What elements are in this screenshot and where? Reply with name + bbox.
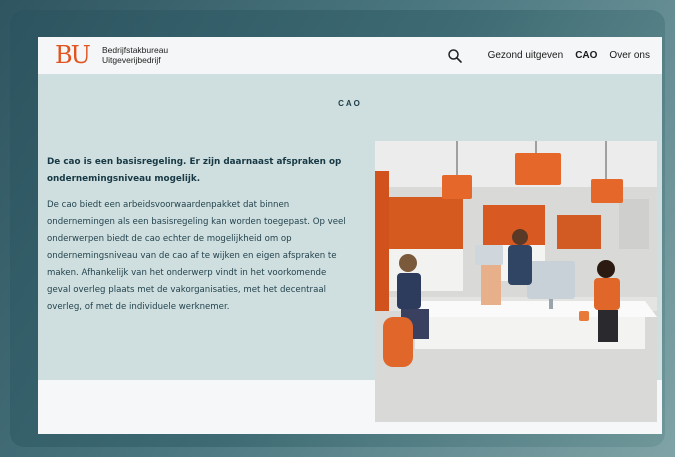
body-paragraph: De cao biedt een arbeidsvoorwaardenpakke… [47, 200, 346, 312]
main-nav: Gezond uitgeven CAO Over ons [447, 37, 650, 74]
logo-text[interactable]: Bedrijfstakbureau Uitgeverijbedrijf [102, 45, 168, 65]
nav-item-gezond-uitgeven[interactable]: Gezond uitgeven [488, 50, 564, 61]
logo-line-2: Uitgeverijbedrijf [102, 55, 161, 65]
search-icon[interactable] [447, 48, 463, 64]
office-illustration [375, 141, 657, 422]
nav-item-over-ons[interactable]: Over ons [609, 50, 650, 61]
intro-paragraph: De cao is een basisregeling. Er zijn daa… [47, 157, 342, 184]
site-header: BU Bedrijfstakbureau Uitgeverijbedrijf G… [38, 37, 662, 74]
nav-item-cao[interactable]: CAO [575, 50, 597, 61]
web-page: BU Bedrijfstakbureau Uitgeverijbedrijf G… [38, 37, 662, 434]
logo-mark[interactable]: BU [55, 42, 91, 68]
logo-line-1: Bedrijfstakbureau [102, 45, 169, 55]
section-title: CAO [338, 99, 362, 108]
